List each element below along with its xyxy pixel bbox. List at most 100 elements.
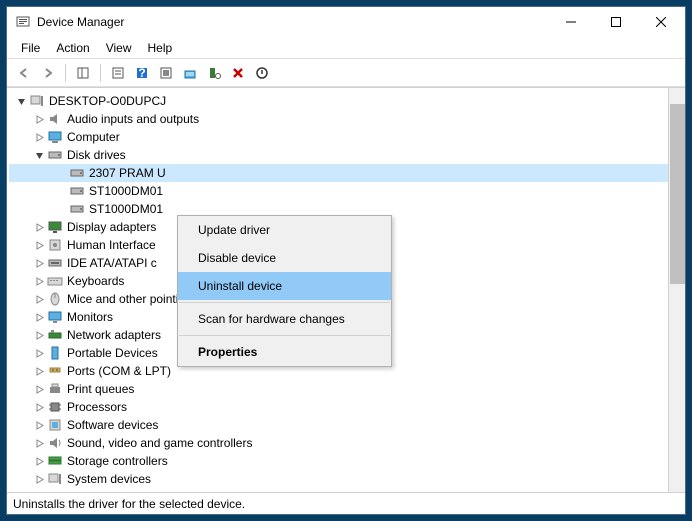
context-menu-item[interactable]: Uninstall device: [178, 272, 391, 300]
context-menu-item[interactable]: Update driver: [178, 216, 391, 244]
context-menu-item[interactable]: Scan for hardware changes: [178, 305, 391, 333]
content-area: DESKTOP-O0DUPCJ Audio inputs and outputs C…: [7, 87, 685, 492]
tree-item-label: Keyboards: [67, 274, 124, 288]
tree-item[interactable]: Sound, video and game controllers: [9, 434, 668, 452]
tree-item[interactable]: Storage controllers: [9, 452, 668, 470]
software-icon: [47, 417, 63, 433]
expand-icon[interactable]: [31, 417, 47, 433]
ide-icon: [47, 255, 63, 271]
expand-icon[interactable]: [31, 471, 47, 487]
expand-icon[interactable]: [31, 345, 47, 361]
tree-item[interactable]: 2307 PRAM U: [9, 164, 668, 182]
cpu-icon: [47, 399, 63, 415]
vertical-scrollbar[interactable]: [668, 88, 685, 492]
menubar: File Action View Help: [7, 37, 685, 59]
tree-item-label: 2307 PRAM U: [89, 166, 166, 180]
forward-button[interactable]: [37, 62, 59, 84]
minimize-button[interactable]: [548, 8, 593, 36]
toolbar: ?: [7, 59, 685, 87]
pc-icon: [29, 93, 45, 109]
tree-item-label: Sound, video and game controllers: [67, 436, 252, 450]
window-controls: [548, 8, 683, 36]
expand-icon[interactable]: [31, 363, 47, 379]
tree-item-label: Monitors: [67, 310, 113, 324]
menu-help[interactable]: Help: [140, 39, 181, 57]
disable-button[interactable]: [251, 62, 273, 84]
toolbar-separator: [100, 64, 101, 82]
collapse-icon[interactable]: [31, 147, 47, 163]
tree-item-label: Ports (COM & LPT): [67, 364, 171, 378]
tree-item[interactable]: ST1000DM01: [9, 182, 668, 200]
network-icon: [47, 327, 63, 343]
menu-action[interactable]: Action: [48, 39, 97, 57]
menu-separator: [179, 335, 390, 336]
expand-icon[interactable]: [31, 453, 47, 469]
expand-icon[interactable]: [31, 255, 47, 271]
expand-icon[interactable]: [31, 219, 47, 235]
show-hide-button[interactable]: [72, 62, 94, 84]
window-title: Device Manager: [37, 15, 548, 29]
scan-hw-button[interactable]: [203, 62, 225, 84]
expand-icon[interactable]: [31, 309, 47, 325]
tree-item[interactable]: System devices: [9, 470, 668, 488]
uninstall-button[interactable]: [227, 62, 249, 84]
app-icon: [15, 14, 31, 30]
tree-item-label: IDE ATA/ATAPI c: [67, 256, 157, 270]
keyboard-icon: [47, 273, 63, 289]
close-button[interactable]: [638, 8, 683, 36]
computer-icon: [47, 129, 63, 145]
disk-icon: [69, 165, 85, 181]
tree-item-label: ST1000DM01: [89, 202, 163, 216]
system-icon: [47, 471, 63, 487]
tree-item[interactable]: Software devices: [9, 416, 668, 434]
expand-icon[interactable]: [31, 273, 47, 289]
tree-item-label: Human Interface: [67, 238, 156, 252]
maximize-button[interactable]: [593, 8, 638, 36]
spacer: [53, 201, 69, 217]
toolbar-separator: [65, 64, 66, 82]
expand-icon[interactable]: [31, 237, 47, 253]
statusbar: Uninstalls the driver for the selected d…: [7, 492, 685, 514]
hid-icon: [47, 237, 63, 253]
disk-icon: [69, 183, 85, 199]
expand-icon[interactable]: [31, 399, 47, 415]
context-menu-item[interactable]: Properties: [178, 338, 391, 366]
collapse-icon[interactable]: [13, 93, 29, 109]
tree-item[interactable]: Print queues: [9, 380, 668, 398]
scrollbar-thumb[interactable]: [670, 104, 685, 284]
expand-icon[interactable]: [31, 327, 47, 343]
tree-item-label: Processors: [67, 400, 127, 414]
tree-item-label: Network adapters: [67, 328, 161, 342]
expand-icon[interactable]: [31, 435, 47, 451]
expand-icon[interactable]: [31, 111, 47, 127]
tree-item[interactable]: Computer: [9, 128, 668, 146]
menu-file[interactable]: File: [13, 39, 48, 57]
print-icon: [47, 381, 63, 397]
help-button[interactable]: ?: [131, 62, 153, 84]
tree-item[interactable]: Disk drives: [9, 146, 668, 164]
update-button[interactable]: [179, 62, 201, 84]
context-menu: Update driverDisable deviceUninstall dev…: [177, 215, 392, 367]
tree-item-label: Display adapters: [67, 220, 156, 234]
sound-icon: [47, 435, 63, 451]
tree-item-label: Portable Devices: [67, 346, 158, 360]
expand-icon[interactable]: [31, 291, 47, 307]
tree-item[interactable]: Processors: [9, 398, 668, 416]
spacer: [53, 183, 69, 199]
tree-item-label: Software devices: [67, 418, 158, 432]
tree-item[interactable]: Audio inputs and outputs: [9, 110, 668, 128]
display-icon: [47, 219, 63, 235]
disk-icon: [69, 201, 85, 217]
menu-view[interactable]: View: [98, 39, 140, 57]
properties-button[interactable]: [107, 62, 129, 84]
tree-item[interactable]: DESKTOP-O0DUPCJ: [9, 92, 668, 110]
tree-item-label: DESKTOP-O0DUPCJ: [49, 94, 166, 108]
storage-icon: [47, 453, 63, 469]
expand-icon[interactable]: [31, 129, 47, 145]
disk-icon: [47, 147, 63, 163]
scan-button[interactable]: [155, 62, 177, 84]
tree-item-label: Audio inputs and outputs: [67, 112, 199, 126]
back-button[interactable]: [13, 62, 35, 84]
expand-icon[interactable]: [31, 381, 47, 397]
context-menu-item[interactable]: Disable device: [178, 244, 391, 272]
